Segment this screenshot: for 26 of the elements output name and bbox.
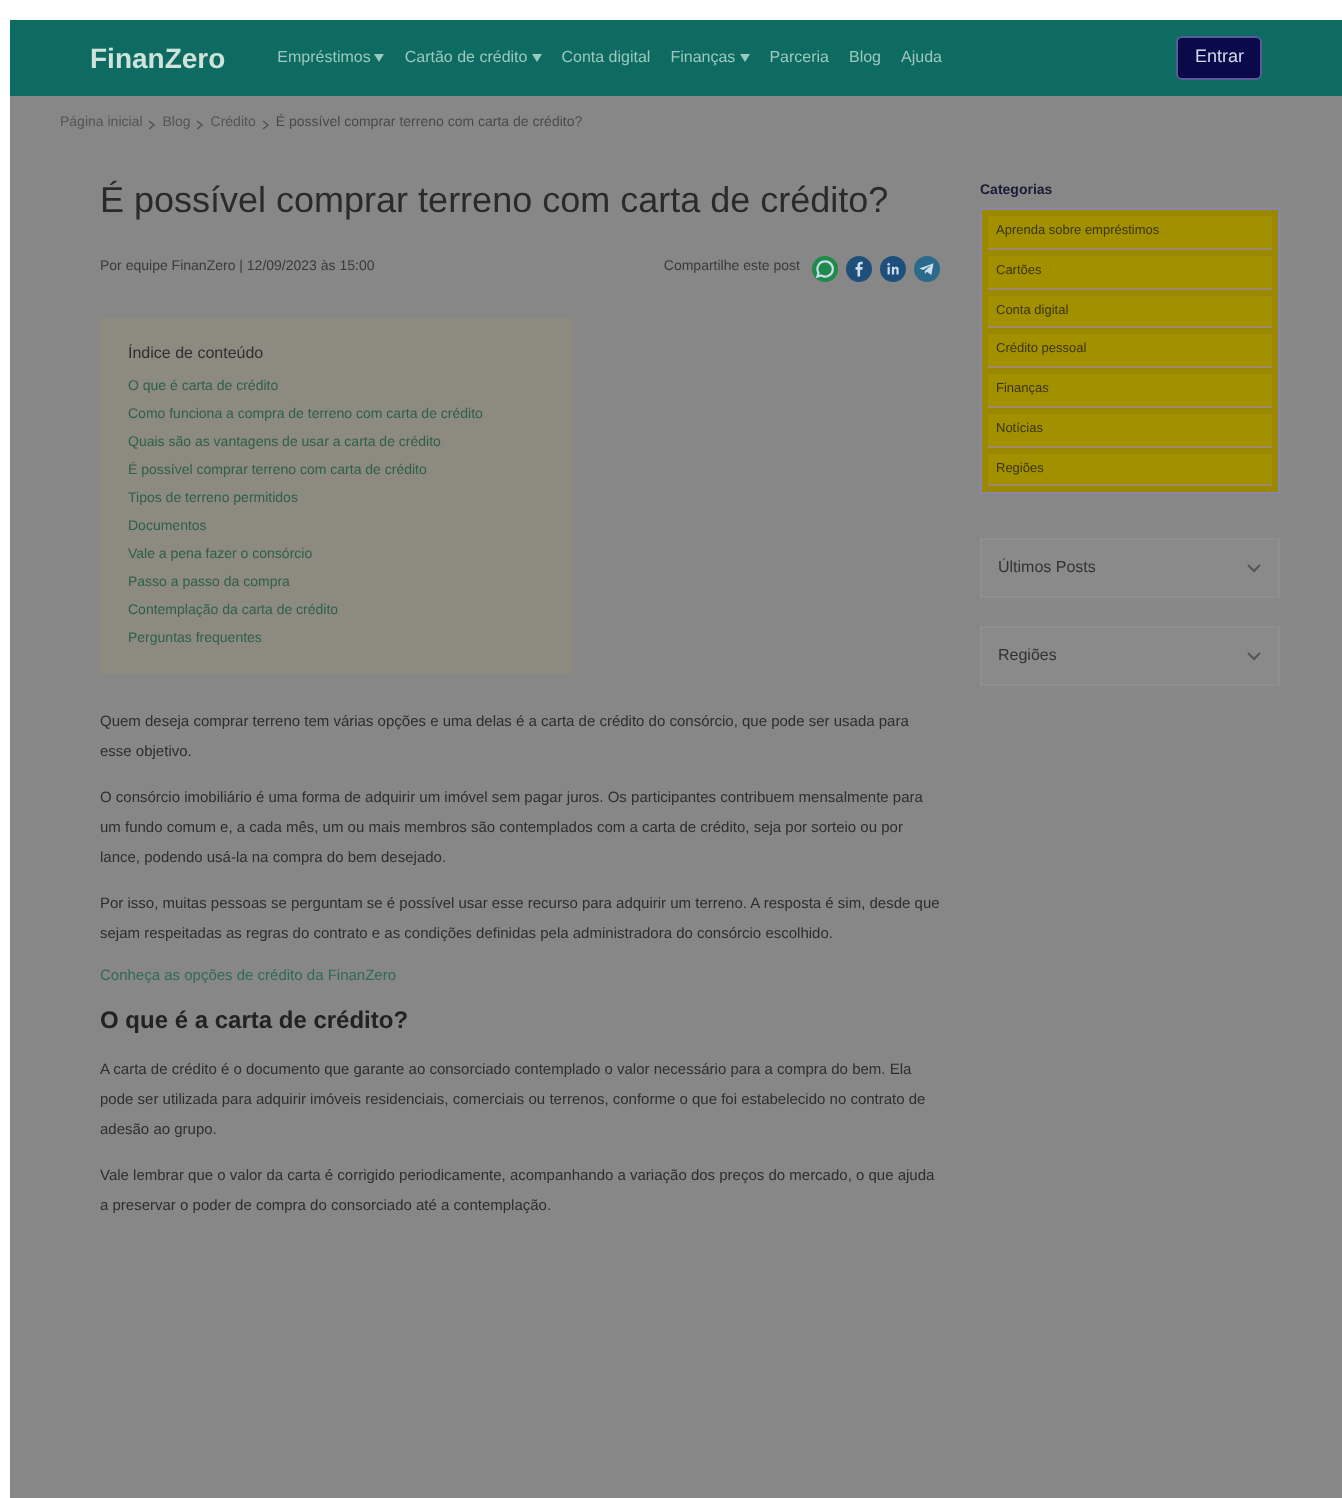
- article-title: É possível comprar terreno com carta de crédito?: [100, 177, 891, 224]
- paper-plane-icon[interactable]: [914, 255, 940, 281]
- chevron-icon: [148, 119, 157, 130]
- chevron-icon: [196, 119, 205, 130]
- caret-icon: [531, 54, 542, 62]
- chevron-icon: [261, 119, 270, 130]
- section-heading: O que é a carta de crédito?: [100, 1003, 411, 1038]
- linkedin-icon[interactable]: [880, 255, 906, 281]
- chevron-icon: [1246, 648, 1262, 665]
- nav-link[interactable]: Conta digital: [561, 46, 651, 70]
- toc-title: Índice de conteúdo: [128, 341, 266, 365]
- caret-icon: [739, 54, 750, 62]
- nav-link[interactable]: Cartão de crédito: [404, 46, 542, 70]
- login-button[interactable]: Entrar: [1176, 36, 1262, 80]
- nav-link[interactable]: Parceria: [769, 46, 829, 70]
- nav-link[interactable]: Ajuda: [901, 46, 942, 70]
- facebook-icon[interactable]: [846, 255, 872, 281]
- chat-bubble-icon[interactable]: [812, 255, 838, 281]
- chevron-icon: [1246, 560, 1262, 577]
- nav-link[interactable]: Empréstimos: [277, 46, 385, 70]
- nav-link[interactable]: Finanças: [670, 46, 750, 70]
- accordion-header[interactable]: Regiões: [980, 626, 1280, 687]
- nav-link[interactable]: Blog: [848, 46, 881, 70]
- accordion-header[interactable]: Últimos Posts: [980, 538, 1280, 599]
- caret-icon: [374, 54, 385, 62]
- logo[interactable]: FinanZero: [90, 37, 226, 79]
